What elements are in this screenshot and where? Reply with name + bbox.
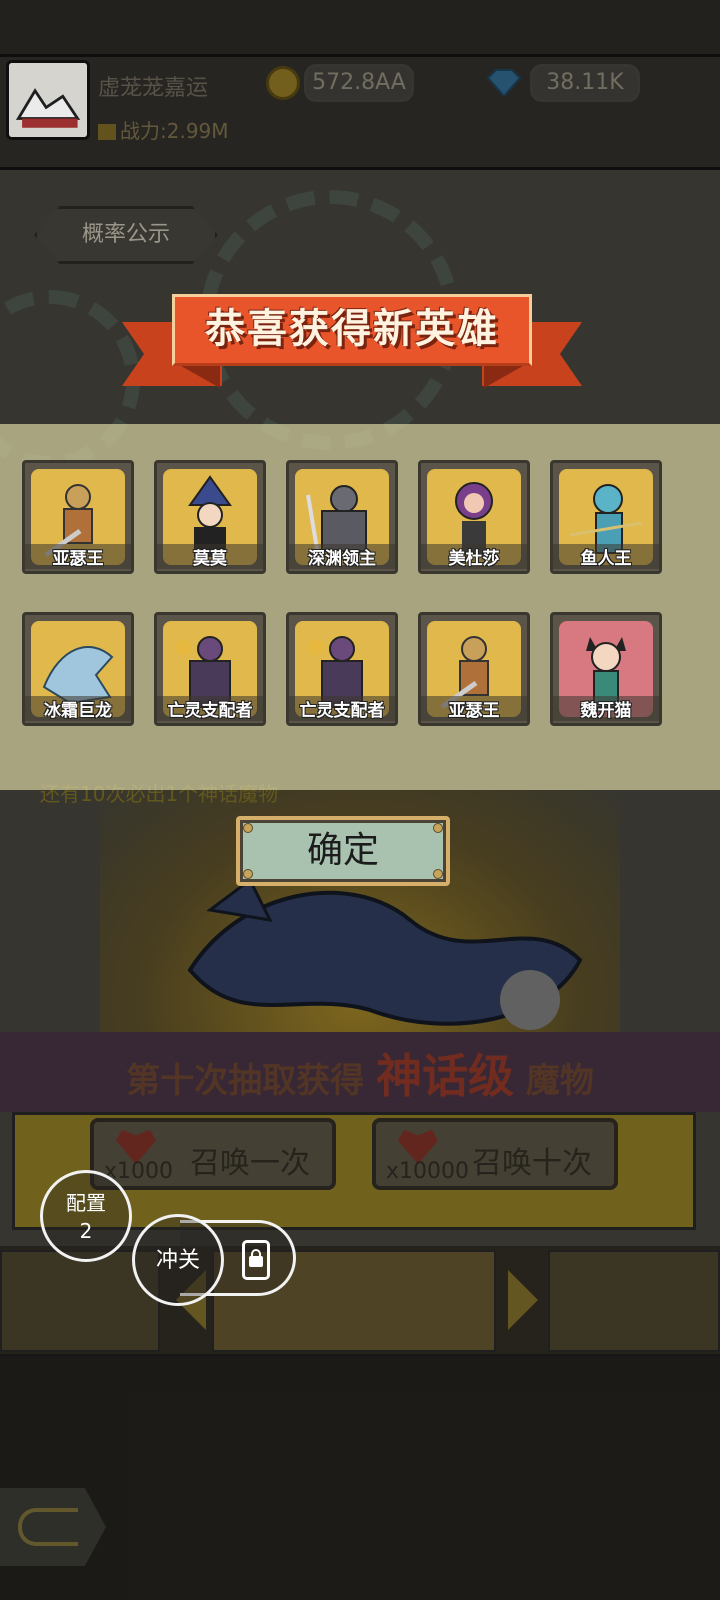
confirm-button[interactable]: 确定 [236,816,450,886]
config-button[interactable]: 配置 2 [40,1170,132,1262]
hero-name: 鱼人王 [553,544,659,569]
hero-name: 莫莫 [157,544,263,569]
hero-card[interactable]: 亡灵支配者 [154,612,266,726]
config-number: 2 [79,1219,93,1243]
hero-card[interactable]: 深渊领主 [286,460,398,574]
hero-name: 深渊领主 [289,544,395,569]
hero-name: 亡灵支配者 [289,696,395,721]
hero-name: 亚瑟王 [25,544,131,569]
hero-name: 亡灵支配者 [157,696,263,721]
hero-name: 亚瑟王 [421,696,527,721]
hero-card[interactable]: 亚瑟王 [22,460,134,574]
hero-card[interactable]: 鱼人王 [550,460,662,574]
confirm-button-label: 确定 [306,830,379,871]
modal-dim-overlay [0,0,720,1600]
rush-button[interactable]: 冲关 [132,1214,224,1306]
rush-label: 冲关 [155,1248,200,1273]
hero-card[interactable]: 亚瑟王 [418,612,530,726]
phone-lock-icon[interactable] [242,1240,270,1280]
result-title: 恭喜获得新英雄 [205,306,499,352]
hero-card[interactable]: 美杜莎 [418,460,530,574]
hero-name: 冰霜巨龙 [25,696,131,721]
title-ribbon: 恭喜获得新英雄 [122,294,582,392]
hero-card[interactable]: 魏开猫 [550,612,662,726]
hero-card[interactable]: 冰霜巨龙 [22,612,134,726]
hero-name: 美杜莎 [421,544,527,569]
hero-card[interactable]: 莫莫 [154,460,266,574]
hero-card[interactable]: 亡灵支配者 [286,612,398,726]
hero-name: 魏开猫 [553,696,659,721]
config-label: 配置 [66,1191,106,1215]
